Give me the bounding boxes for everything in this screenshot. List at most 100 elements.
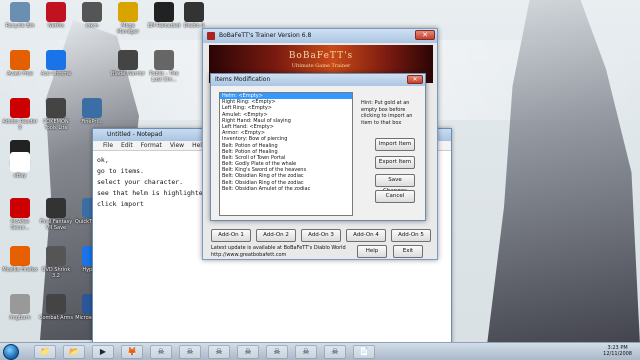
cancel-button[interactable]: Cancel [375,190,415,203]
desktop-icon[interactable]: Avast Free [2,50,38,77]
taskbar: 📁 📂 ▶ 🦊 ☠ ☠ ☠ ☠ ☠ ☠ ☠ 📄 3:23 PM 12/11/2008 [0,342,640,360]
close-icon[interactable]: ✕ [407,75,423,84]
taskbar-item[interactable]: ☠ [208,345,230,359]
footer-update-text: Latest update is available at BoBaFeTT's… [211,245,346,251]
start-button[interactable] [3,344,19,360]
pdf-icon [10,98,30,118]
avast-icon [10,50,30,70]
taskbar-item[interactable]: 📄 [353,345,375,359]
trainer-titlebar[interactable]: BoBaFeTT's Trainer Version 6.8 ✕ [203,29,437,43]
trainer-footer: Latest update is available at BoBaFeTT's… [211,245,346,259]
desktop-icon[interactable]: McAfee Secur... [2,198,38,231]
desktop-icon[interactable]: FinePri... [74,98,110,125]
desktop-icon-label: FinePri... [81,119,103,125]
taskbar-item[interactable]: ☠ [266,345,288,359]
desktop-icon[interactable]: Combat Arms [38,294,74,321]
system-clock[interactable]: 3:23 PM 12/11/2008 [603,345,632,357]
footer-url[interactable]: http://www.greatbobafett.com [211,252,346,259]
items-dialog-title: Items Modification [215,76,271,83]
taskbar-item[interactable]: ☠ [237,345,259,359]
mcafee-icon [10,198,30,218]
import-hint: Hint: Put gold at an empty box before cl… [361,100,413,126]
desktop-icon[interactable]: eBay [2,152,38,179]
desktop-icon-label: ImgBurn [9,315,31,321]
desktop-icon[interactable]: Inkm [74,2,110,29]
export-item-button[interactable]: Export Item [375,156,415,169]
taskbar-item[interactable]: ☠ [295,345,317,359]
pokemon-icon [46,98,66,118]
trainer-app-icon [207,32,215,40]
mega-icon [118,2,138,22]
banner-subtitle: Ultimate Game Trainer [291,63,351,69]
desktop-icon[interactable]: Diablo II [176,2,212,29]
taskbar-item[interactable]: 📁 [34,345,56,359]
addon-1-button[interactable]: Add-On 1 [211,229,251,242]
imgburn-icon [10,294,30,314]
game-icon [46,294,66,314]
taskbar-item[interactable]: 📂 [63,345,85,359]
ebay-icon [10,152,30,172]
desktop-icon-label: eBay [13,173,27,179]
clock-date: 12/11/2008 [603,351,632,357]
desktop-icon-label: Ace Chrome [40,71,72,77]
desktop-icon-label: Public - The Lost Chr... [149,71,179,83]
desktop-icon[interactable]: Public - The Lost Chr... [146,50,182,83]
desktop-icon-label: Netflix [47,23,65,29]
banner-title: BoBaFeTT's [288,51,354,61]
menu-file[interactable]: File [103,141,113,150]
desktop-icon-label: Adobe Reader 9 [2,119,38,131]
items-modification-dialog[interactable]: Items Modification ✕ Helm: <Empty> Right … [210,73,426,221]
game-icon [154,2,174,22]
import-item-button[interactable]: Import Item [375,138,415,151]
chrome-icon [46,50,66,70]
desktop-icon[interactable]: Adobe Reader 9 [2,98,38,131]
desktop-icon-label: DVD Shrink 3.2 [41,267,71,279]
trainer-title: BoBaFeTT's Trainer Version 6.8 [219,32,312,39]
desktop-icon-label: McAfee Secur... [10,219,30,231]
taskbar-item[interactable]: ▶ [92,345,114,359]
desktop-icon[interactable]: Netflix [38,2,74,29]
desktop-icon-label: Mozilla Firefox [2,267,38,273]
desktop-icon[interactable]: ImgBurn [2,294,38,321]
desktop-icon[interactable]: Recycle Bin [2,2,38,29]
menu-edit[interactable]: Edit [121,141,133,150]
taskbar-item[interactable]: ☠ [150,345,172,359]
item-list[interactable]: Helm: <Empty> Right Ring: <Empty> Left Rin… [219,92,353,216]
save-changes-button[interactable]: Save Changes [375,174,415,194]
desktop-icon[interactable]: POKEMON Tools Lite [38,98,74,131]
addon-5-button[interactable]: Add-On 5 [391,229,431,242]
addon-2-button[interactable]: Add-On 2 [256,229,296,242]
desktop-icon-label: Final Fantasy VII Save [39,219,73,231]
desktop-icon-label: POKEMON Tools Lite [43,119,69,131]
recycle-bin-icon [10,2,30,22]
menu-format[interactable]: Format [141,141,162,150]
firefox-icon [10,246,30,266]
desktop-icon[interactable]: Mozilla Firefox [2,246,38,273]
dvd-icon [46,246,66,266]
addon-button-row: Add-On 1 Add-On 2 Add-On 3 Add-On 4 Add-… [211,229,433,242]
menu-view[interactable]: View [170,141,184,150]
desktop-icon[interactable]: DVD Shrink 3.2 [38,246,74,279]
exit-button[interactable]: Exit [393,245,423,258]
taskbar-item[interactable]: 🦊 [121,345,143,359]
ff-icon [46,198,66,218]
item-list-row[interactable]: Belt: Obsidian Amulet of the zodiac [220,186,352,192]
addon-3-button[interactable]: Add-On 3 [301,229,341,242]
printer-icon [82,98,102,118]
diablo-icon [184,2,204,22]
desktop-icon[interactable]: Final Fantasy VII Save [38,198,74,231]
desktop-icon[interactable]: Ace Chrome [38,50,74,77]
help-button[interactable]: Help [357,245,387,258]
folder-icon [154,50,174,70]
close-icon[interactable]: ✕ [415,30,435,40]
desktop-icon[interactable]: Mega Manager [110,2,146,35]
taskbar-item[interactable]: ☠ [324,345,346,359]
desktop-icon-label: Combat Arms [38,315,74,321]
desktop-icon[interactable]: Blade Warrior [110,50,146,77]
netflix-icon [46,2,66,22]
taskbar-item[interactable]: ☠ [179,345,201,359]
desktop-icon-label: Recycle Bin [5,23,35,29]
addon-4-button[interactable]: Add-On 4 [346,229,386,242]
items-dialog-titlebar[interactable]: Items Modification ✕ [211,74,425,86]
desktop-icon-label: Blade Warrior [111,71,145,77]
